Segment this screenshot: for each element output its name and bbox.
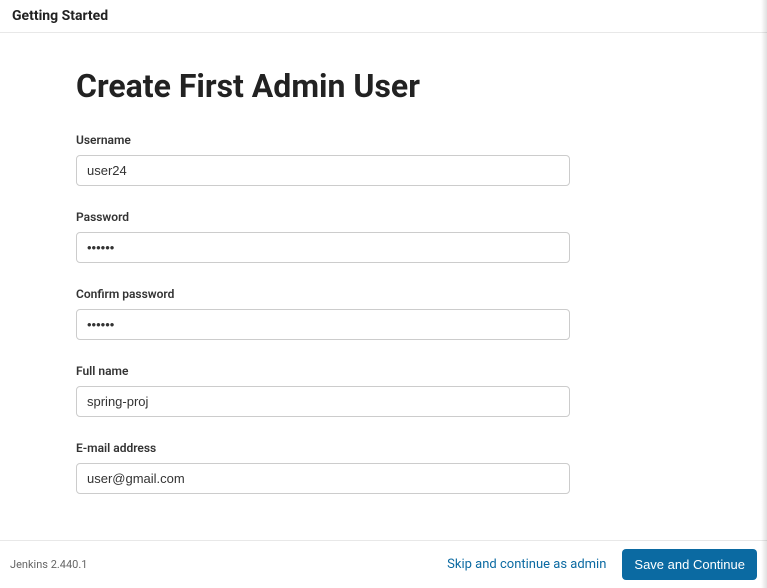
form-group-full-name: Full name: [76, 364, 691, 417]
username-input[interactable]: [76, 155, 570, 186]
footer-actions: Skip and continue as admin Save and Cont…: [447, 549, 757, 580]
full-name-input[interactable]: [76, 386, 570, 417]
confirm-password-label: Confirm password: [76, 287, 691, 301]
password-input[interactable]: [76, 232, 570, 263]
save-and-continue-button[interactable]: Save and Continue: [622, 549, 757, 580]
full-name-label: Full name: [76, 364, 691, 378]
password-label: Password: [76, 210, 691, 224]
content: Create First Admin User Username Passwor…: [0, 33, 767, 543]
footer: Jenkins 2.440.1 Skip and continue as adm…: [0, 540, 767, 588]
email-input[interactable]: [76, 463, 570, 494]
username-label: Username: [76, 133, 691, 147]
page-title: Create First Admin User: [76, 67, 691, 105]
form-group-confirm-password: Confirm password: [76, 287, 691, 340]
header-title: Getting Started: [12, 8, 755, 24]
email-label: E-mail address: [76, 441, 691, 455]
skip-and-continue-link[interactable]: Skip and continue as admin: [447, 557, 606, 572]
footer-version: Jenkins 2.440.1: [10, 558, 87, 571]
header: Getting Started: [0, 0, 767, 33]
form-group-email: E-mail address: [76, 441, 691, 494]
confirm-password-input[interactable]: [76, 309, 570, 340]
form-group-password: Password: [76, 210, 691, 263]
form-group-username: Username: [76, 133, 691, 186]
